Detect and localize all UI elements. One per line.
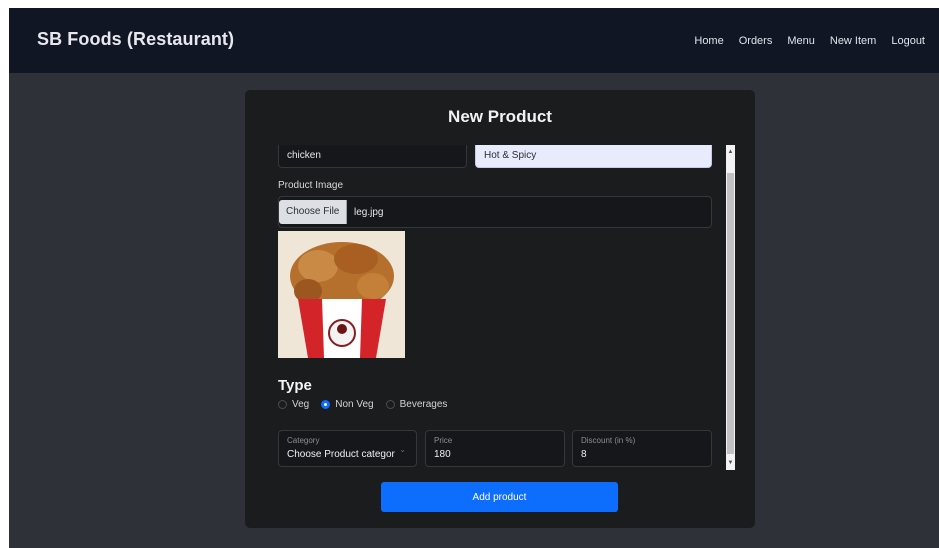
nav-link-orders[interactable]: Orders (739, 35, 773, 47)
type-option-label: Beverages (399, 399, 448, 410)
scrollbar-thumb[interactable] (727, 173, 734, 454)
new-product-card: New Product chicken Hot & Spicy Product … (245, 90, 755, 528)
radio-beverages[interactable] (385, 400, 395, 409)
type-radio-group: Veg Non Veg Beverages (278, 399, 447, 410)
radio-veg[interactable] (278, 400, 287, 409)
file-name: leg.jpg (354, 207, 384, 218)
discount-label: Discount (in %) (581, 436, 636, 445)
nav-links: Home Orders Menu New Item Logout (694, 35, 925, 47)
type-option-beverages[interactable]: Beverages (385, 399, 448, 410)
type-option-non-veg[interactable]: Non Veg (321, 399, 374, 410)
type-option-veg[interactable]: Veg (278, 399, 309, 410)
navbar: SB Foods (Restaurant) Home Orders Menu N… (9, 8, 939, 73)
product-image-preview (278, 231, 405, 358)
choose-file-button[interactable]: Choose File (279, 200, 348, 224)
category-select[interactable]: Category Choose Product categor ⌄ (278, 430, 417, 467)
type-heading: Type (278, 377, 312, 394)
discount-value: 8 (581, 449, 587, 460)
nav-link-menu[interactable]: Menu (787, 35, 815, 47)
price-value: 180 (434, 449, 451, 460)
category-label: Category (287, 436, 320, 445)
form-scrollbar[interactable]: ▲ ▼ (726, 145, 735, 470)
nav-link-new-item[interactable]: New Item (830, 35, 876, 47)
product-name-input[interactable]: chicken (278, 145, 467, 168)
scroll-up-arrow-icon[interactable]: ▲ (726, 147, 735, 157)
product-flavour-value: Hot & Spicy (484, 150, 537, 161)
category-value: Choose Product categor (287, 449, 395, 460)
card-title: New Product (448, 107, 552, 126)
product-name-value: chicken (287, 150, 321, 161)
nav-link-home[interactable]: Home (694, 35, 723, 47)
form-scroll-area[interactable]: chicken Hot & Spicy Product Image Choose… (278, 145, 712, 474)
product-flavour-input[interactable]: Hot & Spicy (475, 145, 712, 168)
type-option-label: Non Veg (335, 399, 374, 410)
radio-non-veg[interactable] (321, 400, 331, 409)
product-image-file-input[interactable]: Choose File leg.jpg (278, 196, 712, 228)
discount-input[interactable]: Discount (in %) 8 (572, 430, 712, 467)
scroll-down-arrow-icon[interactable]: ▼ (726, 458, 735, 468)
brand-title[interactable]: SB Foods (Restaurant) (37, 29, 234, 50)
add-product-button[interactable]: Add product (381, 482, 618, 512)
price-input[interactable]: Price 180 (425, 430, 565, 467)
type-option-label: Veg (292, 399, 310, 410)
nav-link-logout[interactable]: Logout (891, 35, 925, 47)
chevron-down-icon: ⌄ (399, 445, 406, 454)
price-label: Price (434, 436, 453, 445)
page: SB Foods (Restaurant) Home Orders Menu N… (9, 8, 939, 548)
product-image-label: Product Image (278, 180, 344, 191)
